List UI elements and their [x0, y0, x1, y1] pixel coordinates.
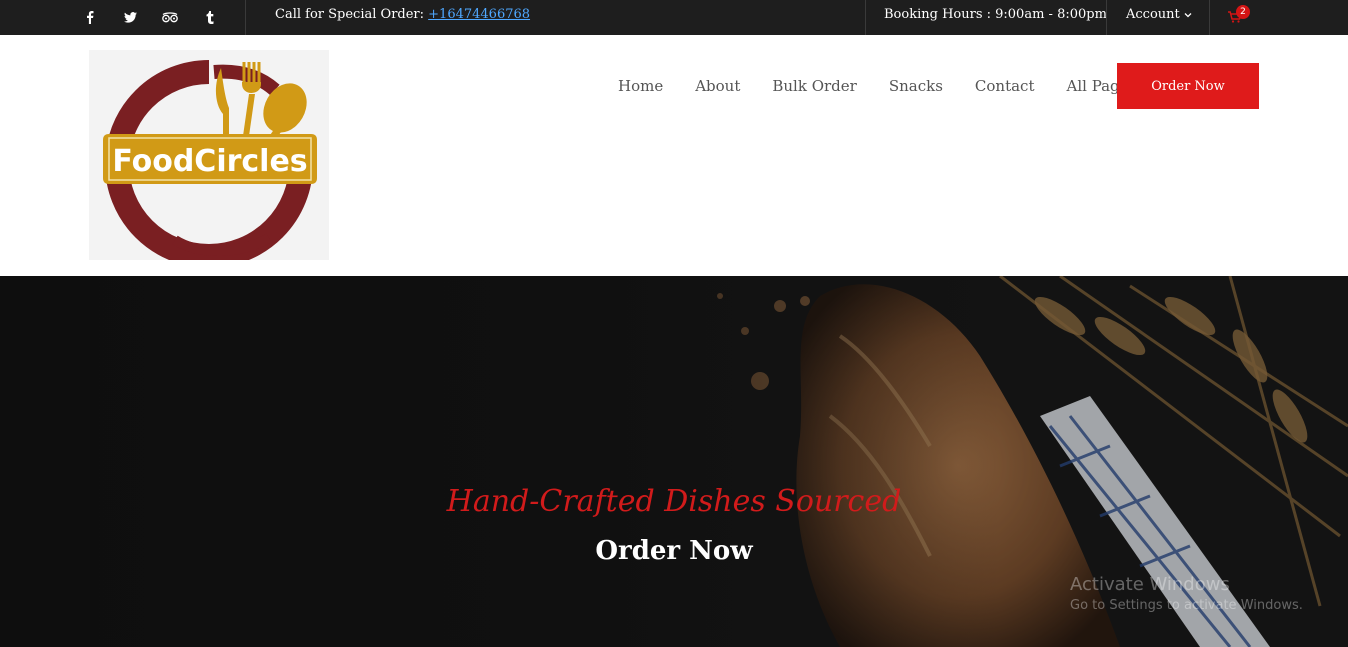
watermark-title: Activate Windows	[1070, 574, 1230, 595]
top-bar: Call for Special Order: +16474466768 Boo…	[0, 0, 1348, 35]
site-header: FoodCircles Home About Bulk Order Snacks…	[0, 35, 1348, 276]
chevron-down-icon	[1184, 12, 1192, 18]
watermark-subtitle: Go to Settings to activate Windows.	[1070, 598, 1303, 613]
nav-item-contact[interactable]: Contact	[975, 77, 1035, 95]
cart-button[interactable]: 2	[1228, 5, 1254, 28]
site-logo[interactable]: FoodCircles	[89, 50, 329, 268]
tripadvisor-icon[interactable]	[160, 8, 180, 28]
order-now-button[interactable]: Order Now	[1117, 63, 1259, 109]
logo-text: FoodCircles	[112, 144, 307, 179]
hero-banner: Hand-Crafted Dishes Sourced Order Now Ac…	[0, 276, 1348, 647]
activate-windows-watermark: Activate Windows Go to Settings to activ…	[1070, 574, 1303, 613]
topbar-divider	[245, 0, 246, 35]
nav-item-about[interactable]: About	[695, 77, 740, 95]
tumblr-icon[interactable]	[200, 8, 220, 28]
special-order-text: Call for Special Order: +16474466768	[275, 0, 530, 30]
facebook-icon[interactable]	[80, 8, 100, 28]
hero-order-now-link: Order Now	[0, 536, 1348, 566]
hero-order-now-text[interactable]: Order Now	[595, 536, 752, 566]
social-links	[80, 0, 240, 35]
topbar-divider	[1209, 0, 1210, 35]
topbar-divider	[1106, 0, 1107, 35]
topbar-divider	[865, 0, 866, 35]
account-dropdown[interactable]: Account	[1126, 0, 1192, 30]
nav-item-bulk-order[interactable]: Bulk Order	[772, 77, 856, 95]
logo-graphic: FoodCircles	[103, 60, 317, 268]
booking-hours: Booking Hours : 9:00am - 8:00pm	[884, 7, 1107, 22]
hero-tagline: Hand-Crafted Dishes Sourced	[446, 484, 902, 519]
account-label: Account	[1126, 7, 1180, 22]
nav-item-snacks[interactable]: Snacks	[889, 77, 943, 95]
special-order-label: Call for Special Order:	[275, 7, 425, 22]
phone-link[interactable]: +16474466768	[428, 7, 530, 22]
main-navigation: Home About Bulk Order Snacks Contact All…	[602, 75, 1152, 97]
cart-count-badge: 2	[1236, 5, 1250, 19]
twitter-icon[interactable]	[120, 8, 140, 28]
nav-item-home[interactable]: Home	[618, 77, 663, 95]
